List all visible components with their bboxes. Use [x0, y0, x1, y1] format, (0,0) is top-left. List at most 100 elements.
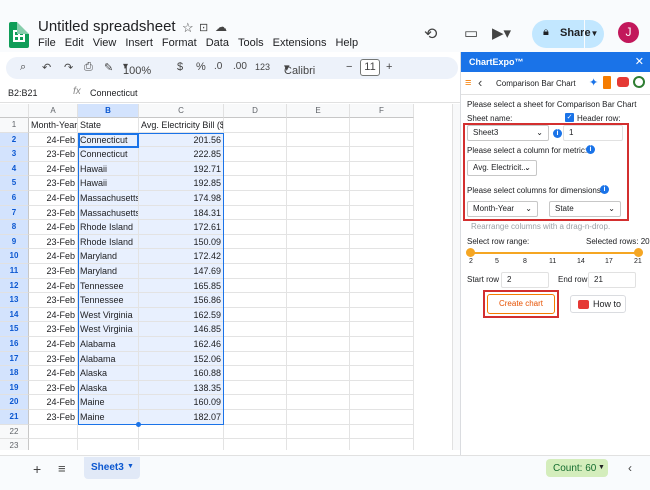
cell[interactable]: 23-Feb — [29, 234, 78, 250]
cell[interactable]: 24-Feb — [29, 395, 78, 410]
cell[interactable]: Month-Year — [29, 118, 78, 133]
cell[interactable]: 146.85 — [139, 322, 224, 337]
cell[interactable] — [287, 337, 350, 352]
cell[interactable]: 23-Feb — [29, 205, 78, 221]
cell[interactable] — [287, 176, 350, 191]
cell[interactable] — [224, 322, 287, 337]
undo-icon[interactable]: ↶ — [42, 61, 51, 74]
cell[interactable]: 24-Feb — [29, 307, 78, 323]
chevron-down-icon[interactable]: ▼ — [127, 463, 134, 470]
cell[interactable]: 24-Feb — [29, 366, 78, 381]
cell[interactable] — [350, 424, 414, 440]
cell[interactable] — [224, 278, 287, 294]
cell[interactable] — [78, 439, 139, 450]
all-sheets-icon[interactable]: ≡ — [58, 461, 66, 476]
star-icon[interactable]: ☆ — [182, 20, 194, 36]
row-header[interactable]: 2 — [0, 132, 29, 148]
cell[interactable]: 165.85 — [139, 278, 224, 294]
info-icon[interactable]: i — [553, 129, 562, 138]
row-header[interactable]: 15 — [0, 322, 29, 337]
row-header[interactable]: 13 — [0, 293, 29, 308]
decrease-font-size-button[interactable]: − — [346, 61, 352, 73]
version-history-icon[interactable]: ⟲ — [424, 24, 442, 43]
cell[interactable] — [224, 132, 287, 148]
cell[interactable] — [350, 234, 414, 250]
row-header[interactable]: 18 — [0, 366, 29, 381]
cell[interactable]: 152.06 — [139, 351, 224, 367]
cell[interactable]: 172.61 — [139, 220, 224, 235]
cell[interactable] — [350, 264, 414, 279]
paint-format-icon[interactable]: ✎ — [104, 61, 113, 74]
cell[interactable] — [224, 264, 287, 279]
cell[interactable] — [287, 205, 350, 221]
end-row-input[interactable]: 21 — [588, 272, 636, 288]
range-end-handle[interactable] — [634, 248, 643, 257]
font-select[interactable]: Calibri ▾ — [284, 61, 315, 77]
menu-data[interactable]: Data — [206, 37, 229, 49]
cell[interactable] — [224, 395, 287, 410]
cell[interactable] — [350, 410, 414, 425]
number-format-button[interactable]: 123 — [255, 62, 270, 72]
formula-input[interactable]: Connecticut — [90, 88, 138, 98]
cell[interactable] — [287, 424, 350, 440]
cell[interactable]: 162.59 — [139, 307, 224, 323]
cell[interactable] — [350, 176, 414, 191]
cell[interactable] — [224, 366, 287, 381]
font-size-input[interactable]: 11 — [360, 59, 380, 76]
column-header-f[interactable]: F — [350, 104, 414, 118]
cell[interactable]: 156.86 — [139, 293, 224, 308]
cell[interactable] — [224, 424, 287, 440]
cell[interactable] — [29, 439, 78, 450]
cell[interactable]: 150.09 — [139, 234, 224, 250]
cell[interactable] — [78, 424, 139, 440]
cell[interactable] — [350, 307, 414, 323]
cell[interactable]: 24-Feb — [29, 249, 78, 264]
cell[interactable] — [224, 118, 287, 133]
cell[interactable]: Alabama — [78, 337, 139, 352]
cell[interactable] — [350, 380, 414, 396]
menu-icon[interactable]: ≡ — [465, 77, 471, 89]
cell[interactable] — [224, 439, 287, 450]
cell[interactable] — [224, 220, 287, 235]
dimension-select-2[interactable]: State ⌄ — [549, 201, 621, 217]
cell[interactable]: West Virginia — [78, 307, 139, 323]
cell[interactable] — [224, 337, 287, 352]
how-to-button[interactable]: How to — [570, 295, 626, 313]
cell[interactable]: Alabama — [78, 351, 139, 367]
cloud-status-icon[interactable]: ☁ — [215, 20, 227, 34]
cell[interactable]: 23-Feb — [29, 147, 78, 162]
cell[interactable]: Massachusetts — [78, 191, 139, 206]
menu-tools[interactable]: Tools — [238, 37, 264, 49]
cell[interactable] — [224, 351, 287, 367]
cell[interactable]: 24-Feb — [29, 278, 78, 294]
header-row-checkbox[interactable]: ✓ — [565, 113, 574, 122]
cell[interactable] — [224, 307, 287, 323]
row-header[interactable]: 21 — [0, 410, 29, 425]
row-header[interactable]: 23 — [0, 439, 29, 450]
row-header[interactable]: 7 — [0, 205, 29, 221]
row-header[interactable]: 4 — [0, 161, 29, 177]
cell[interactable]: 182.07 — [139, 410, 224, 425]
cell[interactable]: 184.31 — [139, 205, 224, 221]
cell[interactable] — [287, 234, 350, 250]
row-header[interactable]: 16 — [0, 337, 29, 352]
row-header[interactable]: 19 — [0, 380, 29, 396]
zoom-select[interactable]: 100% ▾ — [123, 61, 151, 77]
cell[interactable] — [350, 278, 414, 294]
sheet-select[interactable]: Sheet3 ⌄ — [467, 125, 549, 141]
cell[interactable]: State — [78, 118, 139, 133]
cell[interactable]: Massachusetts — [78, 205, 139, 221]
spreadsheet-grid[interactable]: A B C D E F 1 Month-Year State Avg. Electricity B… — [0, 104, 460, 450]
cell[interactable]: Tennessee — [78, 293, 139, 308]
select-all-corner[interactable] — [0, 104, 29, 118]
cell[interactable]: 222.85 — [139, 147, 224, 162]
currency-format-button[interactable]: $ — [177, 61, 183, 73]
cell[interactable]: Avg. Electricity Bill ($) — [139, 118, 224, 133]
menu-file[interactable]: File — [38, 37, 56, 49]
name-box[interactable]: B2:B21 — [8, 88, 38, 98]
row-header[interactable]: 6 — [0, 191, 29, 206]
cell[interactable] — [287, 118, 350, 133]
cell[interactable]: 160.88 — [139, 366, 224, 381]
cell[interactable] — [287, 132, 350, 148]
cell[interactable] — [287, 322, 350, 337]
